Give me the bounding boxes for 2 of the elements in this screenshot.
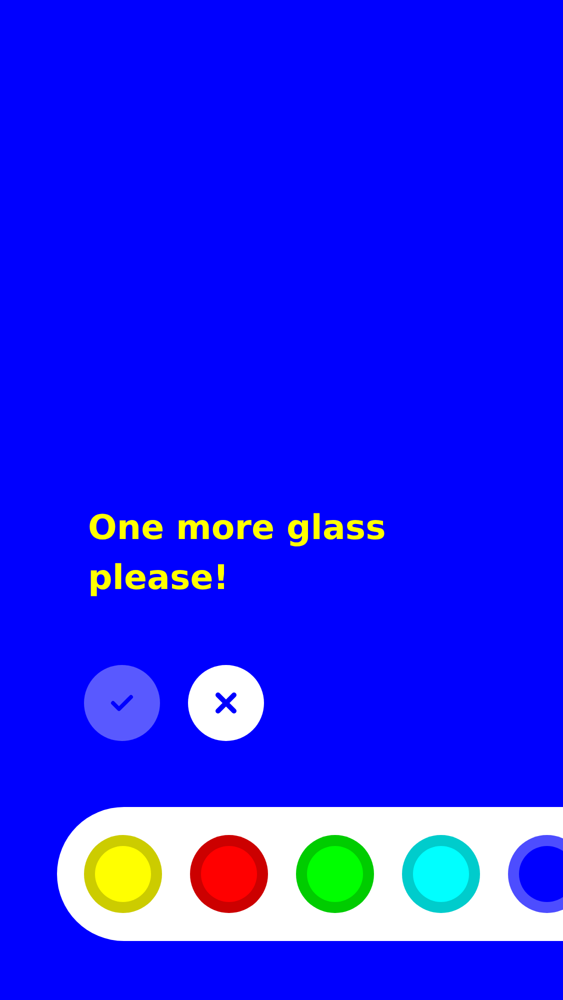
message-text: One more glass please! [88,507,387,600]
close-icon [214,691,238,715]
